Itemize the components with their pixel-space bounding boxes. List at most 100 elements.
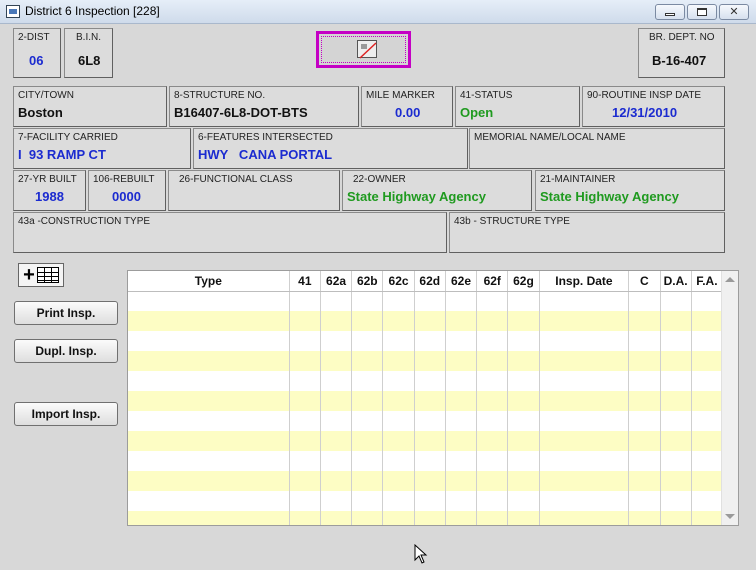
table-cell[interactable] (507, 431, 540, 451)
table-row[interactable] (128, 331, 724, 351)
table-cell[interactable] (539, 371, 630, 391)
table-cell[interactable] (445, 451, 478, 471)
print-insp-button[interactable]: Print Insp. (14, 301, 118, 325)
photo-placeholder[interactable] (316, 31, 411, 68)
table-cell[interactable] (691, 491, 724, 511)
table-cell[interactable] (539, 411, 630, 431)
table-cell[interactable] (507, 491, 540, 511)
table-cell[interactable] (382, 291, 415, 311)
table-cell[interactable] (507, 411, 540, 431)
table-cell[interactable] (382, 471, 415, 491)
table-row[interactable] (128, 311, 724, 331)
table-cell[interactable] (320, 411, 353, 431)
table-cell[interactable] (414, 511, 446, 525)
table-cell[interactable] (476, 391, 509, 411)
table-cell[interactable] (289, 431, 321, 451)
column-header[interactable]: 62g (507, 271, 540, 292)
table-cell[interactable] (476, 331, 509, 351)
table-row[interactable] (128, 431, 724, 451)
table-cell[interactable] (320, 491, 353, 511)
table-cell[interactable] (660, 311, 692, 331)
table-cell[interactable] (660, 331, 692, 351)
table-cell[interactable] (128, 311, 290, 331)
table-cell[interactable] (660, 411, 692, 431)
table-cell[interactable] (128, 351, 290, 371)
table-cell[interactable] (539, 451, 630, 471)
table-cell[interactable] (320, 371, 353, 391)
table-cell[interactable] (289, 291, 321, 311)
table-row[interactable] (128, 351, 724, 371)
table-cell[interactable] (507, 371, 540, 391)
table-cell[interactable] (507, 331, 540, 351)
table-cell[interactable] (320, 391, 353, 411)
table-row[interactable] (128, 451, 724, 471)
table-cell[interactable] (414, 431, 446, 451)
column-header[interactable]: D.A. (660, 271, 692, 292)
table-cell[interactable] (476, 511, 509, 525)
table-cell[interactable] (351, 331, 384, 351)
table-cell[interactable] (289, 331, 321, 351)
table-cell[interactable] (382, 491, 415, 511)
close-button[interactable]: ✕ (719, 4, 749, 20)
table-cell[interactable] (414, 411, 446, 431)
table-cell[interactable] (414, 291, 446, 311)
table-cell[interactable] (445, 311, 478, 331)
table-cell[interactable] (660, 371, 692, 391)
table-cell[interactable] (414, 331, 446, 351)
column-header[interactable]: 62f (476, 271, 509, 292)
table-cell[interactable] (539, 431, 630, 451)
table-cell[interactable] (539, 471, 630, 491)
table-cell[interactable] (382, 431, 415, 451)
table-cell[interactable] (691, 451, 724, 471)
table-cell[interactable] (351, 451, 384, 471)
table-cell[interactable] (128, 491, 290, 511)
table-cell[interactable] (128, 511, 290, 525)
table-cell[interactable] (351, 411, 384, 431)
table-cell[interactable] (691, 331, 724, 351)
maximize-button[interactable] (687, 4, 717, 20)
column-header[interactable]: Type (128, 271, 290, 292)
table-row[interactable] (128, 391, 724, 411)
table-cell[interactable] (320, 431, 353, 451)
table-cell[interactable] (660, 291, 692, 311)
import-insp-button[interactable]: Import Insp. (14, 402, 118, 426)
table-cell[interactable] (128, 431, 290, 451)
table-cell[interactable] (320, 451, 353, 471)
table-cell[interactable] (128, 291, 290, 311)
table-cell[interactable] (289, 411, 321, 431)
table-cell[interactable] (289, 391, 321, 411)
table-row[interactable] (128, 411, 724, 431)
table-cell[interactable] (351, 311, 384, 331)
table-cell[interactable] (476, 431, 509, 451)
table-cell[interactable] (691, 411, 724, 431)
table-cell[interactable] (476, 471, 509, 491)
table-cell[interactable] (382, 391, 415, 411)
table-cell[interactable] (628, 511, 661, 525)
table-cell[interactable] (628, 411, 661, 431)
table-cell[interactable] (128, 331, 290, 351)
table-cell[interactable] (691, 311, 724, 331)
table-cell[interactable] (351, 491, 384, 511)
column-header[interactable]: 62d (414, 271, 446, 292)
table-cell[interactable] (382, 371, 415, 391)
table-cell[interactable] (628, 391, 661, 411)
table-cell[interactable] (660, 351, 692, 371)
table-cell[interactable] (289, 351, 321, 371)
table-cell[interactable] (445, 351, 478, 371)
table-cell[interactable] (539, 311, 630, 331)
table-cell[interactable] (414, 371, 446, 391)
scroll-up-icon[interactable] (725, 277, 735, 282)
table-cell[interactable] (382, 511, 415, 525)
column-header[interactable]: 62a (320, 271, 353, 292)
table-cell[interactable] (660, 451, 692, 471)
table-cell[interactable] (320, 511, 353, 525)
table-cell[interactable] (660, 511, 692, 525)
table-cell[interactable] (289, 371, 321, 391)
table-cell[interactable] (539, 291, 630, 311)
table-cell[interactable] (351, 391, 384, 411)
table-cell[interactable] (289, 511, 321, 525)
table-cell[interactable] (628, 351, 661, 371)
table-row[interactable] (128, 291, 724, 311)
table-cell[interactable] (351, 291, 384, 311)
table-cell[interactable] (628, 371, 661, 391)
